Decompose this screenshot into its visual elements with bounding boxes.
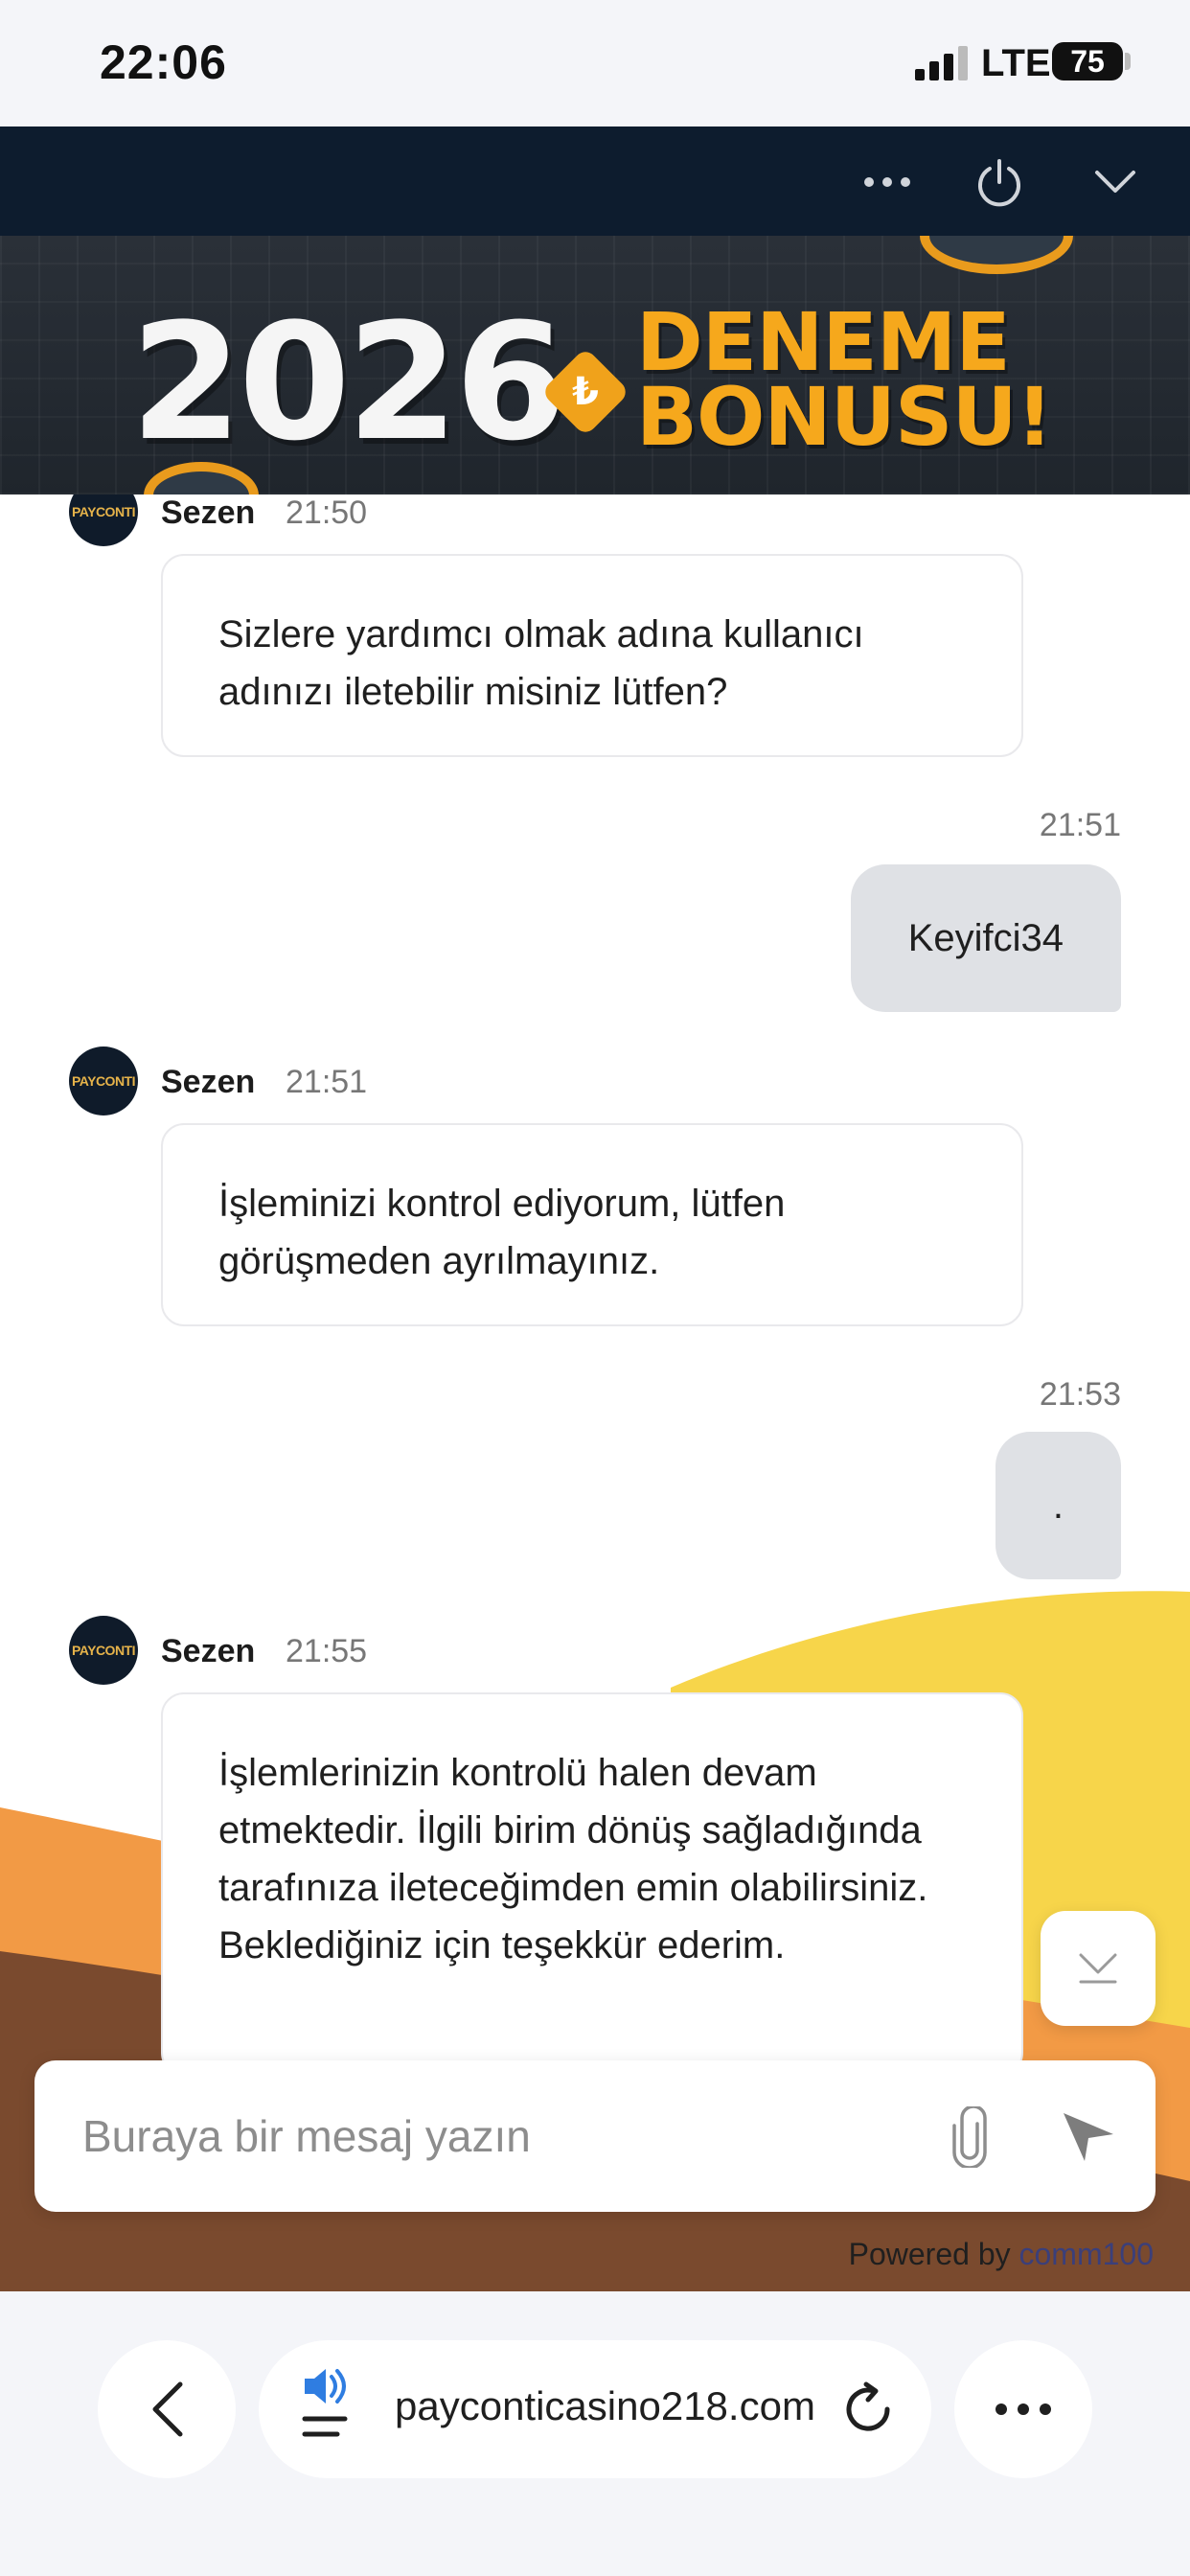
more-options-button[interactable] xyxy=(849,144,926,220)
reader-audio-icon[interactable] xyxy=(299,2367,356,2444)
end-chat-button[interactable] xyxy=(961,144,1038,220)
lira-coin-icon: ₺ xyxy=(540,347,630,437)
chevron-left-icon xyxy=(152,2381,183,2437)
send-button[interactable] xyxy=(1050,2103,1127,2172)
status-time: 22:06 xyxy=(100,35,227,89)
message-input[interactable] xyxy=(82,2060,926,2212)
message-time: 21:53 xyxy=(1039,1376,1121,1413)
message-time: 21:50 xyxy=(286,494,368,531)
agent-message: İşleminizi kontrol ediyorum, lütfen görü… xyxy=(161,1123,1023,1326)
status-bar: 22:06 LTE 75 xyxy=(0,0,1190,126)
browser-menu-button[interactable] xyxy=(954,2340,1092,2478)
agent-avatar: PAYCONTI xyxy=(69,1046,138,1116)
message-time: 21:51 xyxy=(1039,807,1121,843)
powered-by-label: Powered by xyxy=(848,2237,1011,2271)
powered-by: Powered by comm100 xyxy=(849,2237,1154,2272)
minimize-button[interactable] xyxy=(1077,144,1154,220)
agent-name: Sezen xyxy=(161,1064,256,1100)
scroll-to-bottom-button[interactable] xyxy=(1041,1911,1156,2026)
signal-icon xyxy=(915,46,968,80)
send-icon xyxy=(1064,2113,1113,2161)
power-icon xyxy=(978,159,1020,207)
reload-icon[interactable] xyxy=(839,2380,897,2438)
agent-avatar: PAYCONTI xyxy=(69,1616,138,1685)
attach-file-button[interactable] xyxy=(935,2103,1004,2172)
powered-by-brand-link[interactable]: comm100 xyxy=(1019,2237,1155,2271)
chat-header xyxy=(0,126,1190,236)
user-message: . xyxy=(995,1432,1121,1579)
url-text: payconticasino218.com xyxy=(395,2383,815,2428)
lira-coin-symbol: ₺ xyxy=(572,371,599,413)
agent-message: İşlemlerinizin kontrolü halen devam etme… xyxy=(161,1692,1023,2076)
promo-banner[interactable]: 2026 ₺ DENEME BONUSU! xyxy=(0,236,1190,494)
network-label: LTE xyxy=(981,42,1051,84)
chevron-down-icon xyxy=(1095,171,1135,193)
agent-name: Sezen xyxy=(161,494,256,531)
ellipsis-icon xyxy=(864,177,910,187)
battery-icon: 75 xyxy=(1052,42,1123,80)
paperclip-icon xyxy=(952,2106,987,2168)
back-button[interactable] xyxy=(98,2340,236,2478)
message-time: 21:51 xyxy=(286,1064,368,1100)
message-composer xyxy=(34,2060,1156,2212)
battery-tip xyxy=(1125,53,1131,70)
chat-transcript[interactable]: PAYCONTI Sezen 21:50 Sizlere yardımcı ol… xyxy=(0,494,1190,2291)
ellipsis-icon xyxy=(995,2404,1051,2415)
agent-name: Sezen xyxy=(161,1633,256,1669)
message-time: 21:55 xyxy=(286,1633,368,1669)
arrow-down-to-line-icon xyxy=(1079,1953,1117,1984)
agent-message: Sizlere yardımcı olmak adına kullanıcı a… xyxy=(161,554,1023,757)
banner-year: 2026 xyxy=(130,288,567,476)
banner-headline-2: BONUSU! xyxy=(636,370,1053,464)
user-message: Keyifci34 xyxy=(850,864,1121,1012)
